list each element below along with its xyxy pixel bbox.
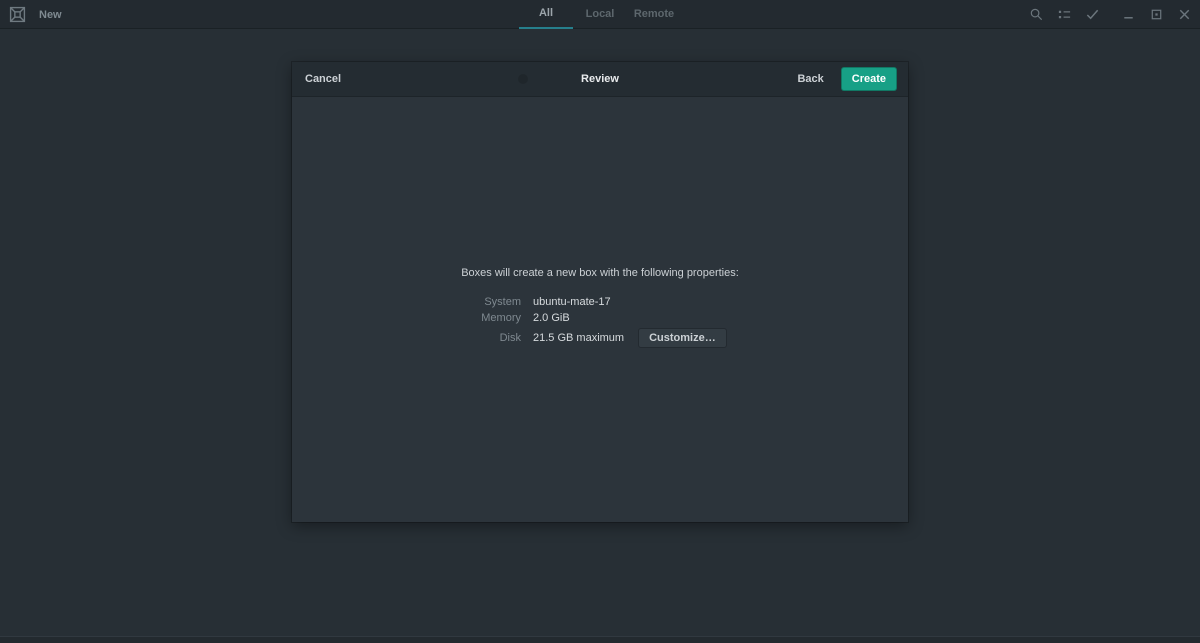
- new-box-wizard-dialog: Cancel Review Back Create Boxes will cre…: [292, 62, 908, 522]
- header-actions: [1028, 0, 1200, 29]
- minimize-icon[interactable]: [1120, 0, 1136, 29]
- back-button[interactable]: Back: [795, 69, 825, 89]
- spinner: [518, 74, 528, 84]
- source-tabs: All Local Remote: [519, 0, 681, 29]
- window-title: New: [39, 8, 62, 21]
- disk-value: 21.5 GB maximum: [533, 332, 625, 344]
- wizard-header-right: Back Create: [795, 67, 897, 91]
- tab-local[interactable]: Local: [573, 0, 627, 29]
- properties-table: System ubuntu-mate-17 Memory 2.0 GiB Dis…: [292, 296, 908, 348]
- boxes-window: { "window": { "title": "New" }, "topbar"…: [0, 0, 1200, 643]
- wizard-header: Cancel Review Back Create: [292, 62, 908, 97]
- property-label: System: [484, 296, 521, 308]
- tab-remote[interactable]: Remote: [627, 0, 681, 29]
- property-label: Memory: [481, 312, 521, 324]
- property-value: ubuntu-mate-17: [533, 296, 908, 308]
- list-view-icon[interactable]: [1056, 0, 1072, 29]
- system-value: ubuntu-mate-17: [533, 296, 611, 308]
- property-value: 21.5 GB maximum Customize…: [533, 328, 908, 348]
- window-header-bar: New All Local Remote: [0, 0, 1200, 29]
- maximize-icon[interactable]: [1148, 0, 1164, 29]
- wizard-page-title: Review: [581, 73, 619, 85]
- boxes-app-icon: [9, 6, 26, 23]
- memory-value: 2.0 GiB: [533, 312, 570, 324]
- review-message: Boxes will create a new box with the fol…: [461, 267, 739, 279]
- property-value: 2.0 GiB: [533, 312, 908, 324]
- close-icon[interactable]: [1176, 0, 1192, 29]
- tab-all[interactable]: All: [519, 0, 573, 29]
- customize-button[interactable]: Customize…: [638, 328, 727, 348]
- select-mode-icon[interactable]: [1084, 0, 1100, 29]
- cancel-button[interactable]: Cancel: [303, 69, 343, 89]
- property-label: Disk: [499, 332, 521, 344]
- review-page: Boxes will create a new box with the fol…: [292, 97, 908, 522]
- header-left: New: [0, 0, 62, 29]
- window-bottom-edge: [0, 636, 1200, 643]
- create-button[interactable]: Create: [840, 67, 897, 91]
- search-icon[interactable]: [1028, 0, 1044, 29]
